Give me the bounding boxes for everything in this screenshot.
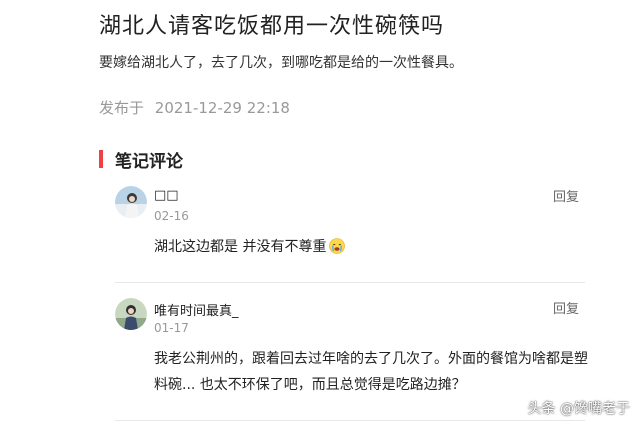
article-title: 湖北人请客吃饭都用一次性碗筷吗 <box>99 14 445 39</box>
comment-divider <box>115 282 585 283</box>
comment-text-line: 料碗... 也太不环保了吧，而且总觉得是吃路边摊？ <box>154 377 466 393</box>
comment-author[interactable]: □□ <box>154 188 179 203</box>
avatar[interactable] <box>115 298 147 330</box>
comments-section-header: 笔记评论 <box>99 148 183 172</box>
avatar[interactable] <box>115 186 147 218</box>
publish-time: 2021-12-29 22:18 <box>154 99 290 117</box>
reply-button[interactable]: 回复 <box>553 186 579 205</box>
reply-button[interactable]: 回复 <box>553 298 579 317</box>
avatar-image-icon <box>115 186 147 218</box>
comment-item: □□ 02-16 回复 湖北这边都是 并没有不尊重 <box>115 186 579 266</box>
comment-text: 我老公荆州的，跟着回去过年啥的去了几次了。外面的餐馆为啥都是塑 料碗... 也太… <box>154 346 588 398</box>
comment-date: 02-16 <box>154 209 189 223</box>
comment-author[interactable]: 唯有时间最真_ <box>154 300 239 319</box>
comment-date: 01-17 <box>154 321 189 335</box>
page: 湖北人请客吃饭都用一次性碗筷吗 要嫁给湖北人了，去了几次，到哪吃都是给的一次性餐… <box>0 0 640 432</box>
comments-section-title: 笔记评论 <box>115 151 183 172</box>
crying-face-icon <box>329 237 346 254</box>
comment-text-content: 湖北这边都是 并没有不尊重 <box>154 239 327 255</box>
comment-divider <box>115 420 585 421</box>
comment-text: 湖北这边都是 并没有不尊重 <box>154 234 346 260</box>
watermark: 头条 @馋嘴老于 <box>527 401 630 417</box>
article-description: 要嫁给湖北人了，去了几次，到哪吃都是给的一次性餐具。 <box>99 55 463 71</box>
comment-text-line: 我老公荆州的，跟着回去过年啥的去了几次了。外面的餐馆为啥都是塑 <box>154 351 588 367</box>
comment-item: 唯有时间最真_ 01-17 回复 我老公荆州的，跟着回去过年啥的去了几次了。外面… <box>115 298 588 408</box>
publish-info: 发布于 2021-12-29 22:18 <box>99 97 290 118</box>
section-accent-bar <box>99 150 103 168</box>
avatar-image-icon <box>115 298 147 330</box>
publish-label: 发布于 <box>99 99 145 117</box>
